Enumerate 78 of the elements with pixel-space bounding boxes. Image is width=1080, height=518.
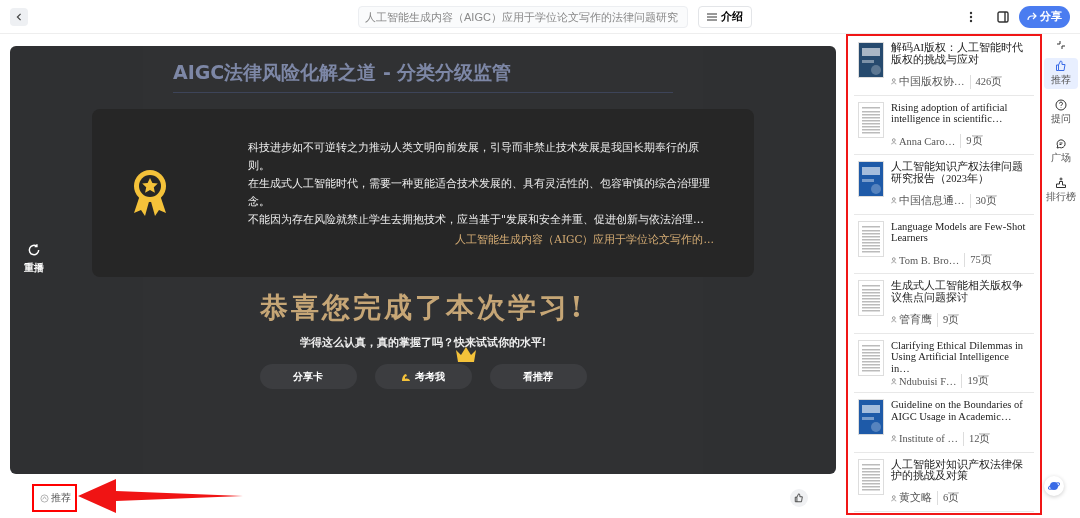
slide-heading: AIGC法律风险化解之道 - 分类分级监管 [173, 60, 673, 93]
recommend-icon [40, 493, 49, 503]
replay-button[interactable]: 重播 [18, 242, 50, 276]
recommend-button[interactable]: 推荐 [38, 488, 71, 508]
recommendation-card[interactable]: Rising adoption of artificial intelligence in scientific… Anna Caro… 9页 [854, 95, 1034, 155]
more-icon[interactable] [969, 10, 973, 23]
panel-icon[interactable] [997, 10, 1009, 23]
like-button[interactable] [790, 489, 808, 507]
rail-tab[interactable]: 推荐 [1044, 58, 1078, 89]
page-count: 75页 [964, 253, 992, 267]
page-count: 30页 [969, 193, 997, 208]
overlay-button[interactable]: 分享卡 [259, 364, 357, 389]
page-count: 9页 [960, 134, 983, 148]
person-icon [891, 316, 898, 323]
overlay-button[interactable]: 看推荐 [489, 364, 587, 389]
award-ribbon-icon [132, 169, 168, 217]
person-icon [891, 78, 898, 85]
congrats-title: 恭喜您完成了本次学习! [260, 290, 586, 326]
page-count: 6页 [937, 491, 960, 505]
recommendation-card[interactable]: Clarifying Ethical Dilemmas in Using Artificial Intelligence in… Ndubuisi F… 19页 [854, 333, 1034, 393]
document-title: Language Models are Few-Shot Learners [891, 220, 1027, 244]
document-author: Tom B. Bro… [891, 254, 960, 266]
document-author: 黄文略 [891, 491, 932, 505]
person-icon [891, 494, 898, 502]
rail-tab[interactable]: 广场 [1044, 136, 1078, 167]
quote-text: 科技进步如不可逆转之力推动人类文明向前发展，引导而非禁止技术发展是我国长期奉行的原则。 [248, 140, 700, 174]
planet-icon [1048, 480, 1060, 492]
quote-text: 在生成式人工智能时代，需要一种更能适合技术发展的、具有灵活性的、包容审慎的综合治理理念。 [248, 176, 711, 210]
flexed-arm-icon [401, 371, 411, 382]
document-author: Anna Caro… [891, 135, 956, 147]
list-icon [707, 12, 717, 21]
chat-icon [1055, 138, 1067, 150]
share-button[interactable]: 分享 [1019, 5, 1070, 28]
recommendation-card[interactable]: 生成式人工智能相关版权争议焦点问题探讨 管育鹰 9页 [854, 274, 1034, 334]
document-title: Rising adoption of artificial intelligence in scientific… [891, 101, 1009, 125]
search-field[interactable]: 人工智能生成内容（AIGC）应用于学位论文写作的法律问题研究 [358, 5, 688, 28]
thumbs-up-icon [1055, 60, 1067, 72]
question-icon [1055, 99, 1067, 111]
quote-text: 不能因为存在风险就禁止学生去拥抱技术，应当基于"发展和安全并重、促进创新与依法治理… [248, 212, 706, 228]
congrats-subtitle: 学得这么认真，真的掌握了吗？快来试试你的水平! [299, 335, 547, 350]
document-title: 人工智能对知识产权法律保护的挑战及对策 [891, 458, 1024, 482]
page-count: 426页 [969, 74, 1003, 89]
recommendation-card[interactable]: Language Models are Few-Shot Learners Tom B. Bro… 75页 [854, 214, 1034, 274]
page-count: 19页 [961, 374, 989, 388]
collapse-icon[interactable] [1056, 40, 1066, 50]
person-icon [891, 256, 898, 264]
page-count: 12页 [962, 431, 991, 446]
recommendation-card[interactable]: 人工智能知识产权法律问题研究报告（2023年） 中国信息通… 30页 [854, 155, 1034, 215]
document-author: 中国版权协… [891, 74, 965, 89]
document-author: 中国信息通… [891, 193, 965, 208]
person-icon [891, 197, 898, 204]
podium-icon [1055, 177, 1067, 189]
thumbs-up-icon [794, 493, 804, 503]
person-icon [891, 377, 898, 385]
document-title: 解码AI版权：人工智能时代版权的挑战与应对 [891, 42, 1025, 65]
recommendation-card[interactable]: Guideline on the Boundaries of AIGC Usage in Academic… Institute of … 12页 [854, 393, 1034, 453]
document-title: 人工智能知识产权法律问题研究报告（2023年） [891, 161, 1024, 184]
page-count: 9页 [937, 312, 960, 327]
replay-icon [27, 243, 41, 257]
rail-tab[interactable]: 提问 [1044, 97, 1078, 128]
person-icon [891, 137, 898, 145]
document-author: Institute of … [891, 433, 958, 444]
recommendation-card[interactable]: 人工智能对知识产权法律保护的挑战及对策 黄文略 6页 [854, 452, 1034, 512]
back-button[interactable] [10, 7, 28, 26]
document-title: Clarifying Ethical Dilemmas in Using Artificial Intelligence in… [891, 339, 1025, 374]
person-icon [891, 435, 898, 442]
document-author: Ndubuisi F… [891, 375, 957, 387]
intro-button[interactable]: 介绍 [698, 5, 752, 28]
assistant-button[interactable] [1044, 476, 1064, 496]
document-title: Guideline on the Boundaries of AIGC Usage in Academic… [891, 399, 1024, 422]
document-author: 管育鹰 [891, 312, 932, 327]
overlay-button[interactable]: 考考我 [374, 364, 472, 389]
recommendation-card[interactable]: 解码AI版权：人工智能时代版权的挑战与应对 中国版权协… 426页 [854, 36, 1034, 96]
quote-source: 人工智能生成内容（AIGC）应用于学位论文写作的… [455, 233, 714, 247]
document-title: 生成式人工智能相关版权争议焦点问题探讨 [891, 280, 1024, 303]
rail-tab[interactable]: 排行榜 [1044, 175, 1078, 206]
back-icon [15, 12, 23, 21]
share-icon [1027, 12, 1037, 21]
